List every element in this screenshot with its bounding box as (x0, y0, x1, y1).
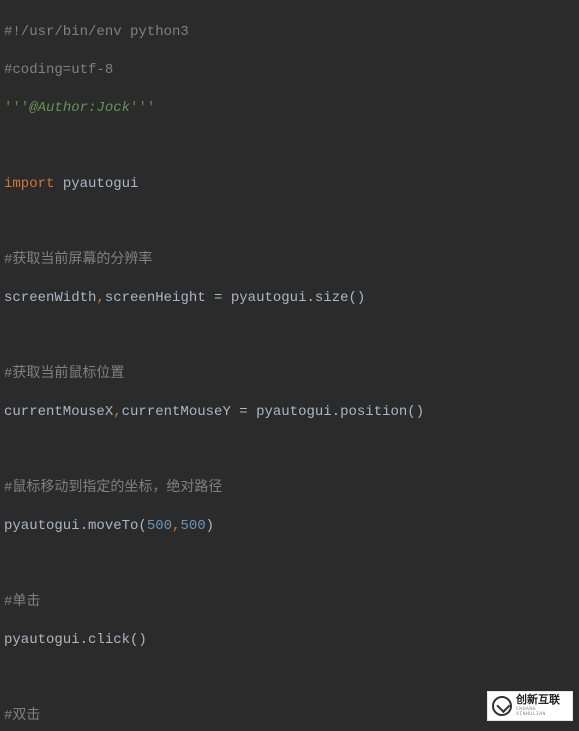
call-method: .position() (332, 404, 424, 420)
code-line: #coding=utf-8 (4, 61, 575, 80)
code-line: #获取当前鼠标位置 (4, 365, 575, 384)
docstring-close: ''' (130, 100, 155, 116)
logo-cn: 创新互联 (516, 695, 568, 706)
call-target: pyautogui (231, 290, 307, 306)
call-method: .size() (307, 290, 366, 306)
blank-line (4, 213, 575, 232)
docstring-author: @Author:Jock (29, 100, 130, 116)
blank-line (4, 137, 575, 156)
coding-comment: #coding=utf-8 (4, 62, 113, 78)
shebang-comment: #!/usr/bin/env python3 (4, 24, 189, 40)
identifier: currentMouseY (122, 404, 231, 420)
comma: , (113, 404, 121, 420)
code-line: import pyautogui (4, 175, 575, 194)
code-line: '''@Author:Jock''' (4, 99, 575, 118)
import-keyword: import (4, 176, 54, 192)
code-line: #鼠标移动到指定的坐标，绝对路径 (4, 479, 575, 498)
code-line: pyautogui.click() (4, 631, 575, 650)
comment-line: #获取当前屏幕的分辨率 (4, 252, 152, 268)
code-line: screenWidth,screenHeight = pyautogui.siz… (4, 289, 575, 308)
code-line: #单击 (4, 593, 575, 612)
watermark-logo: 创新互联 CHUANG XINHULIAN (487, 691, 573, 721)
blank-line (4, 555, 575, 574)
op-eq: = (206, 290, 231, 306)
import-module: pyautogui (54, 176, 138, 192)
call-target: pyautogui (256, 404, 332, 420)
number-literal: 500 (180, 518, 205, 534)
comment-line: #双击 (4, 708, 40, 724)
code-editor[interactable]: #!/usr/bin/env python3 #coding=utf-8 '''… (0, 0, 579, 731)
code-line: #获取当前屏幕的分辨率 (4, 251, 575, 270)
code-line: pyautogui.moveTo(500,500) (4, 517, 575, 536)
comment-line: #单击 (4, 594, 40, 610)
blank-line (4, 669, 575, 688)
number-literal: 500 (147, 518, 172, 534)
comment-line: #获取当前鼠标位置 (4, 366, 124, 382)
logo-text: 创新互联 CHUANG XINHULIAN (516, 695, 568, 717)
identifier: screenHeight (105, 290, 206, 306)
identifier: screenWidth (4, 290, 96, 306)
paren-close: ) (206, 518, 214, 534)
op-eq: = (231, 404, 256, 420)
call: pyautogui.click() (4, 632, 147, 648)
code-line: currentMouseX,currentMouseY = pyautogui.… (4, 403, 575, 422)
code-line: #!/usr/bin/env python3 (4, 23, 575, 42)
docstring-open: ''' (4, 100, 29, 116)
call: pyautogui.moveTo( (4, 518, 147, 534)
blank-line (4, 441, 575, 460)
comment-line: #鼠标移动到指定的坐标，绝对路径 (4, 480, 222, 496)
identifier: currentMouseX (4, 404, 113, 420)
comma: , (96, 290, 104, 306)
logo-icon (492, 696, 512, 716)
blank-line (4, 327, 575, 346)
logo-en: CHUANG XINHULIAN (516, 707, 568, 717)
